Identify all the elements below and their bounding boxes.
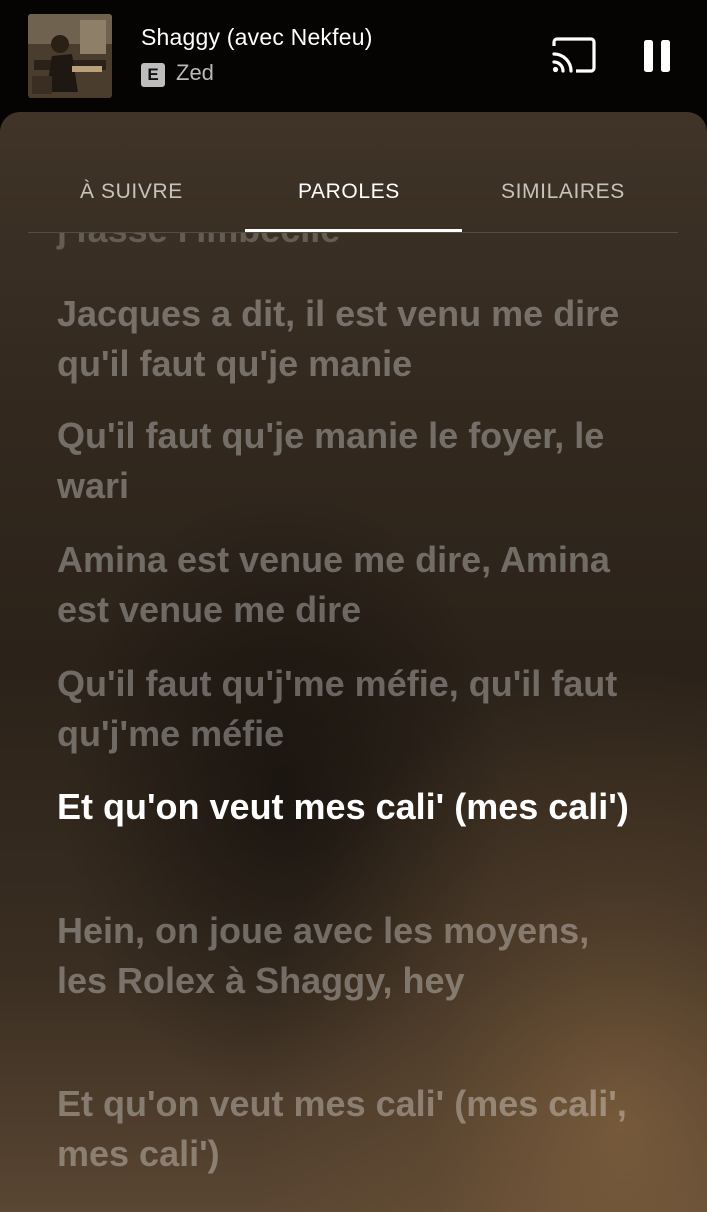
tab-related[interactable]: SIMILAIRES — [501, 180, 625, 204]
album-art-image — [28, 14, 112, 98]
lyric-line[interactable]: Qu'il faut qu'j'me méfie, qu'il faut qu'… — [57, 659, 637, 759]
tab-bar: À SUIVRE PAROLES SIMILAIRES — [28, 158, 678, 233]
pause-button[interactable] — [636, 36, 680, 80]
tab-lyrics[interactable]: PAROLES — [298, 180, 400, 204]
now-playing-panel: À SUIVRE PAROLES SIMILAIRES j'fasse l'im… — [0, 112, 707, 1212]
pause-icon — [644, 40, 670, 72]
cast-button[interactable] — [548, 34, 600, 80]
album-art[interactable] — [28, 14, 112, 98]
lyric-line[interactable]: j'fasse l'imbécile — [57, 233, 637, 255]
lyric-line[interactable]: Amina est venue me dire, Amina est venue… — [57, 535, 637, 635]
active-tab-indicator — [245, 229, 462, 232]
lyric-line[interactable]: Jacques a dit, il est venu me dire qu'il… — [57, 289, 637, 389]
track-artist[interactable]: Zed — [176, 60, 214, 86]
cast-icon — [552, 37, 596, 73]
track-title[interactable]: Shaggy (avec Nekfeu) — [141, 24, 373, 51]
explicit-badge: E — [141, 63, 165, 87]
lyric-line-current[interactable]: Et qu'on veut mes cali' (mes cali') — [57, 782, 637, 832]
lyric-line[interactable]: Qu'il faut qu'je manie le foyer, le wari — [57, 411, 637, 511]
tab-up-next[interactable]: À SUIVRE — [80, 180, 183, 204]
lyrics-list[interactable]: j'fasse l'imbécile Jacques a dit, il est… — [0, 233, 707, 1212]
lyric-line[interactable]: Et qu'on veut mes cali' (mes cali', mes … — [57, 1079, 637, 1179]
lyric-line[interactable]: Hein, on joue avec les moyens, les Rolex… — [57, 906, 637, 1006]
mini-player[interactable]: Shaggy (avec Nekfeu) E Zed — [0, 0, 707, 112]
